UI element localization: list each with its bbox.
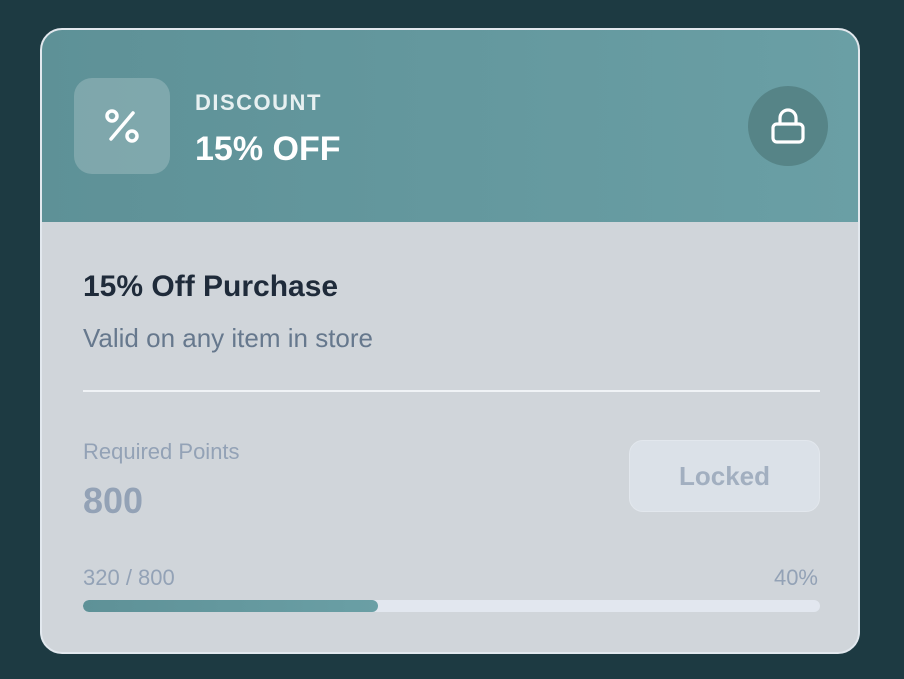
reward-card: DISCOUNT 15% OFF 15% Off Purchase Valid … <box>40 28 860 654</box>
lock-icon <box>748 86 828 166</box>
progress-count: 320 / 800 <box>83 565 175 590</box>
progress-percent: 40% <box>773 565 818 590</box>
reward-headline: 15% OFF <box>195 130 341 168</box>
divider <box>83 390 820 392</box>
reward-header: DISCOUNT 15% OFF <box>42 30 858 222</box>
locked-button[interactable]: Locked <box>629 440 820 512</box>
required-points-value: 800 <box>83 480 144 521</box>
progress-bar-fill <box>83 600 378 612</box>
reward-title: 15% Off Purchase <box>83 270 339 303</box>
progress-bar <box>83 600 820 612</box>
reward-description: Valid on any item in store <box>83 323 373 353</box>
reward-type-label: DISCOUNT <box>195 90 322 115</box>
required-points-label: Required Points <box>83 439 240 464</box>
percent-icon <box>74 78 170 174</box>
